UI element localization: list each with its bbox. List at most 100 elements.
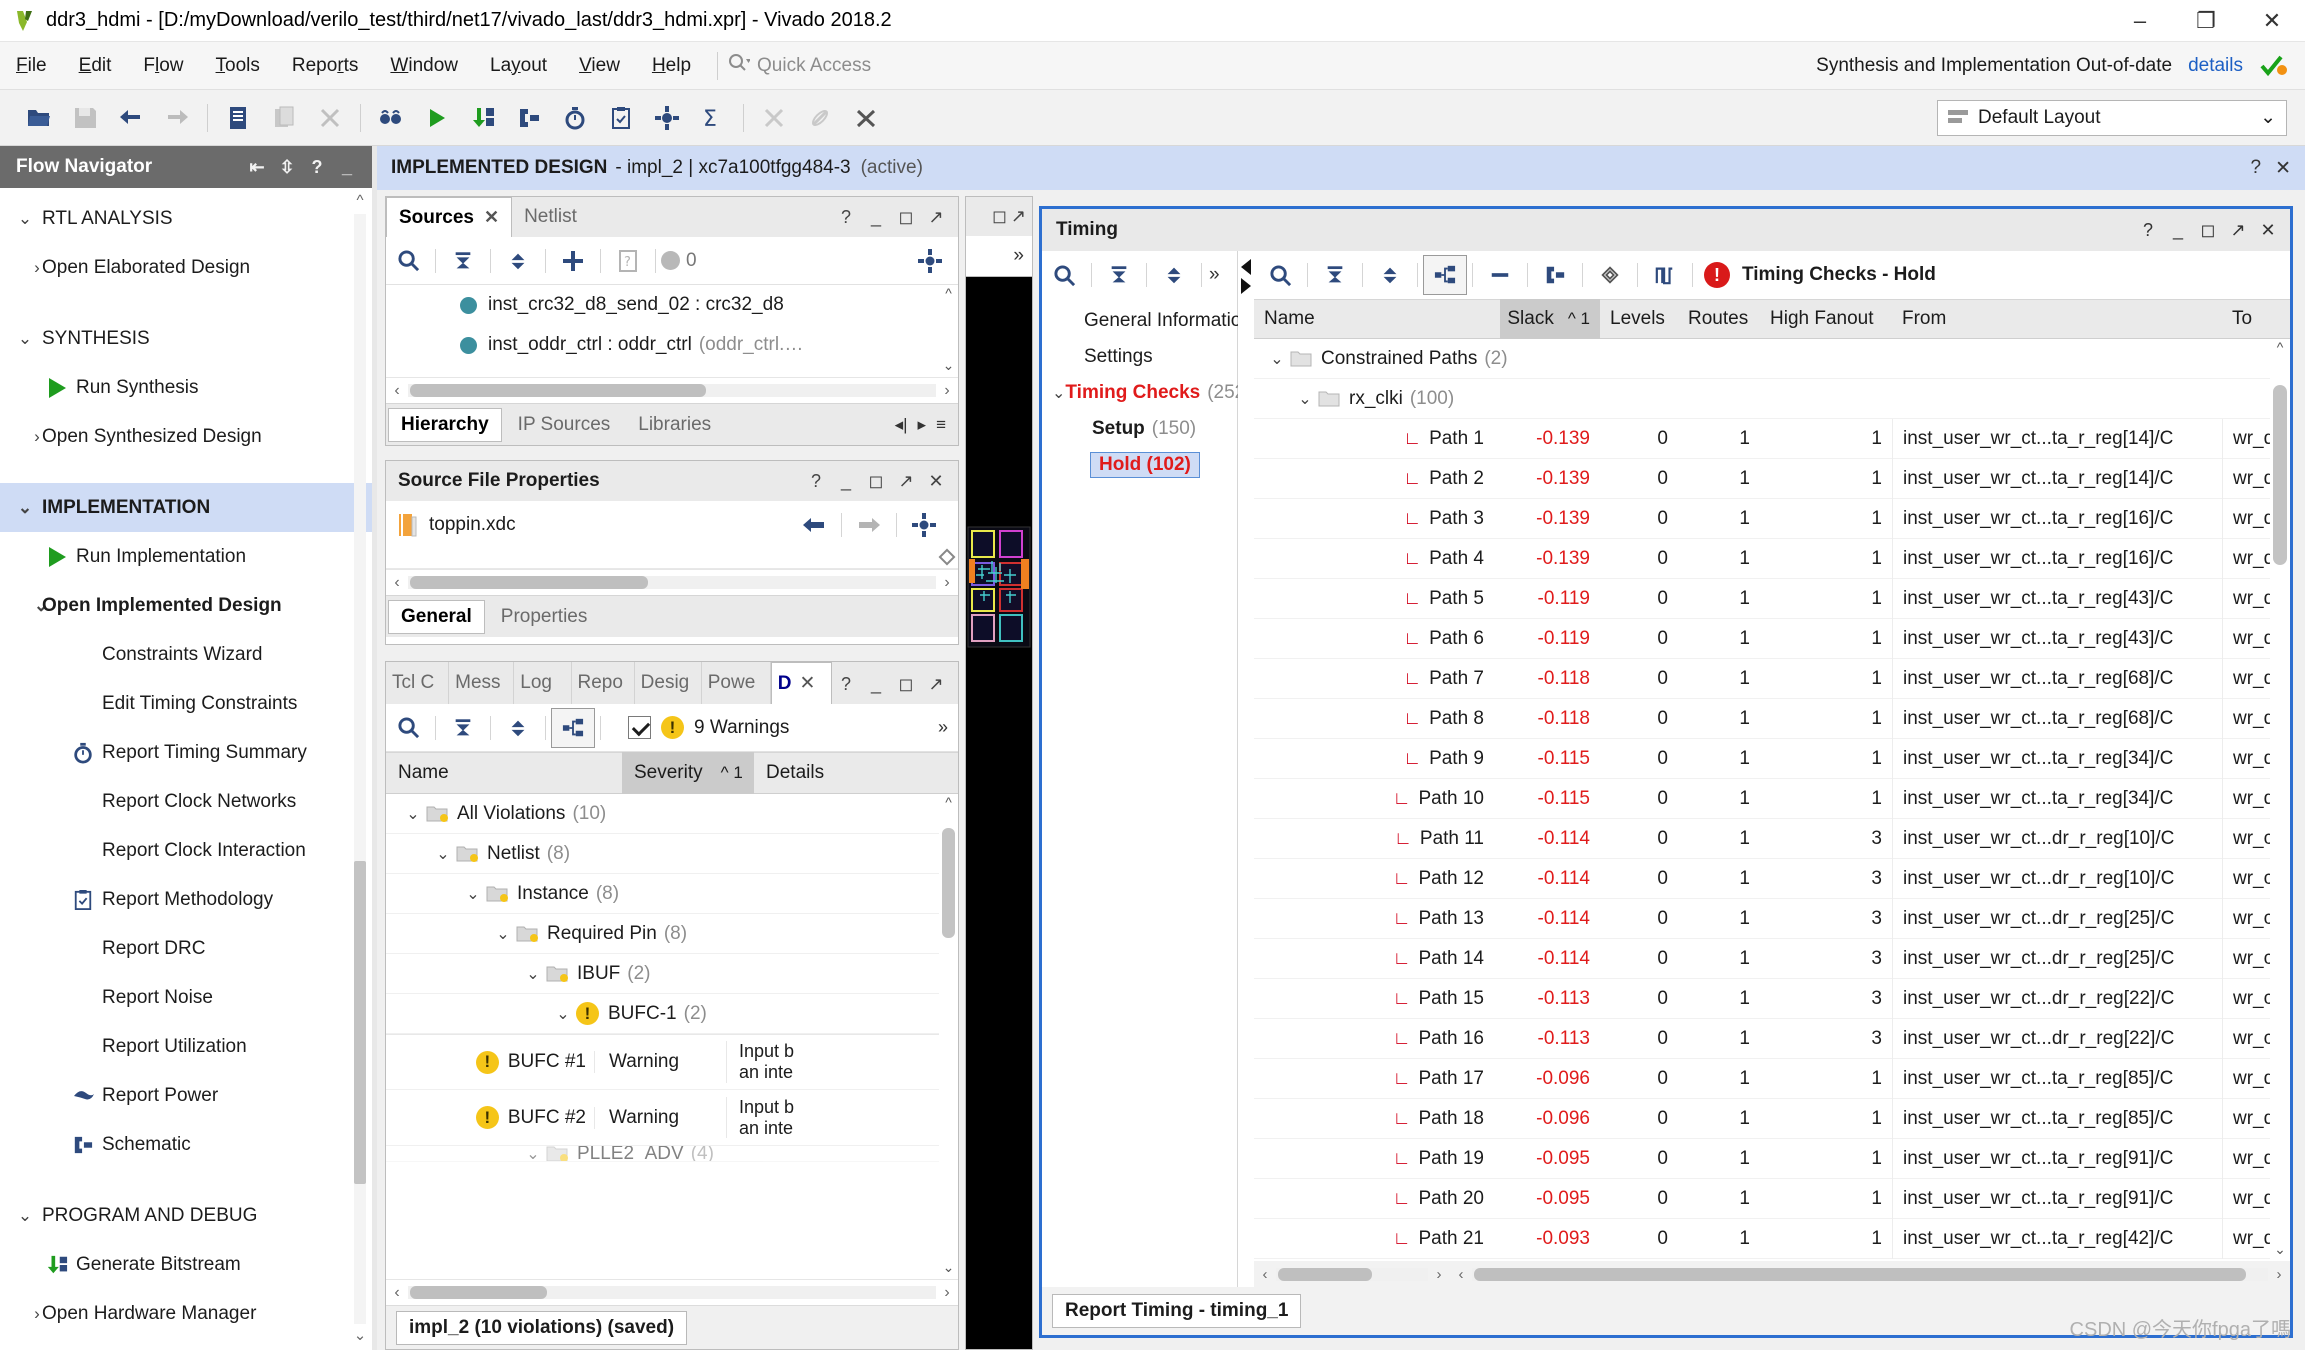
- chevron-down-icon[interactable]: ⌄: [430, 844, 456, 864]
- schematic-icon[interactable]: [1533, 255, 1577, 295]
- list-item[interactable]: inst_crc32_d8_send_02 : crc32_d8: [386, 285, 958, 325]
- table-row[interactable]: ∟ Path 16 -0.113 0 1 3 inst_user_wr_ct...dr_r_…: [1254, 1018, 2290, 1059]
- collapse-all-icon[interactable]: ⇤: [242, 157, 272, 178]
- sidebar-item-report-noise[interactable]: Report Noise: [0, 973, 372, 1022]
- help-icon[interactable]: ?: [302, 157, 332, 178]
- tab-menu-icon[interactable]: ≡: [936, 415, 946, 435]
- table-row[interactable]: ∟ Path 18 -0.096 0 1 1 inst_user_wr_ct...ta_r_…: [1254, 1098, 2290, 1139]
- expand-all-icon[interactable]: [496, 241, 540, 281]
- scroll-left-arrow-icon[interactable]: ‹: [1450, 1266, 1472, 1283]
- sidebar-item-report-power[interactable]: Report Power: [0, 1071, 372, 1120]
- scroll-left-arrow-icon[interactable]: ‹: [386, 574, 408, 592]
- scroll-down-arrow-icon[interactable]: ⌄: [939, 357, 958, 377]
- tab-power[interactable]: Powe: [702, 662, 771, 704]
- warnings-checkbox[interactable]: [628, 716, 651, 739]
- resize-handle-icon[interactable]: [938, 548, 956, 566]
- expand-all-icon[interactable]: [1152, 255, 1196, 295]
- expand-right-arrow-icon[interactable]: [1241, 278, 1251, 294]
- sidebar-item-report-drc[interactable]: Report DRC: [0, 924, 372, 973]
- timing-table-hscrollbar[interactable]: ‹ ›: [1450, 1261, 2290, 1287]
- tab-ip-sources[interactable]: IP Sources: [506, 408, 623, 442]
- drc-hscrollbar[interactable]: ‹ ›: [386, 1279, 958, 1305]
- sources-vscrollbar[interactable]: ^ ⌄: [939, 285, 958, 377]
- column-header-name[interactable]: Name: [1254, 299, 1500, 339]
- sources-hscrollbar[interactable]: ‹ ›: [386, 377, 958, 403]
- table-row[interactable]: ! BUFC #2 Warning Input b an inte: [386, 1090, 958, 1146]
- timing-nav-hold[interactable]: Hold (102): [1042, 447, 1237, 483]
- chevron-down-icon[interactable]: ⌄: [520, 964, 546, 984]
- expand-all-icon[interactable]: [496, 708, 540, 748]
- sidebar-item-report-timing-summary[interactable]: Report Timing Summary: [0, 728, 372, 777]
- drc-vscrollbar[interactable]: ^ ⌄: [939, 794, 958, 1279]
- details-link[interactable]: details: [2188, 55, 2243, 77]
- table-row[interactable]: ∟ Path 14 -0.114 0 1 3 inst_user_wr_ct...dr_r_…: [1254, 938, 2290, 979]
- list-item[interactable]: inst_oddr_ctrl : oddr_ctrl (oddr_ctrl.…: [386, 325, 958, 365]
- scroll-right-arrow-icon[interactable]: ›: [936, 1284, 958, 1302]
- sidebar-section-program-and-debug[interactable]: ⌄ PROGRAM AND DEBUG: [0, 1191, 372, 1240]
- timing-table-body[interactable]: ⌄ Constrained Paths (2) ⌄ rx_clki (100) …: [1254, 339, 2290, 1261]
- search-icon[interactable]: [1258, 255, 1302, 295]
- scroll-right-arrow-icon[interactable]: ›: [936, 382, 958, 400]
- tab-drc[interactable]: D ✕: [770, 662, 832, 704]
- waveform-icon[interactable]: [1643, 255, 1687, 295]
- scroll-track[interactable]: [1276, 1267, 1428, 1281]
- search-replace-icon[interactable]: [368, 96, 414, 140]
- table-row[interactable]: ⌄ Netlist (8): [386, 834, 958, 874]
- sidebar-item-constraints-wizard[interactable]: Constraints Wizard: [0, 630, 372, 679]
- table-row[interactable]: ∟ Path 4 -0.139 0 1 1 inst_user_wr_ct...ta_r_r…: [1254, 538, 2290, 579]
- sidebar-item-run-implementation[interactable]: Run Implementation: [0, 532, 372, 581]
- table-row-group[interactable]: ⌄ Constrained Paths (2): [1254, 339, 2290, 379]
- status-badge[interactable]: impl_2 (10 violations) (saved): [396, 1310, 688, 1345]
- bitstream-icon[interactable]: [460, 96, 506, 140]
- schematic-icon[interactable]: [506, 96, 552, 140]
- float-icon[interactable]: ↗: [892, 471, 920, 492]
- expand-all-icon[interactable]: [1368, 255, 1412, 295]
- table-row[interactable]: ∟ Path 17 -0.096 0 1 1 inst_user_wr_ct...ta_r_…: [1254, 1058, 2290, 1099]
- sidebar-section-implementation[interactable]: ⌄ IMPLEMENTATION: [0, 483, 372, 532]
- scroll-right-arrow-icon[interactable]: ›: [936, 574, 958, 592]
- scroll-up-arrow-icon[interactable]: ^: [2270, 339, 2290, 359]
- maximize-icon[interactable]: ◻: [892, 207, 920, 228]
- tab-netlist[interactable]: Netlist: [512, 197, 589, 237]
- timing-nav-settings[interactable]: Settings: [1042, 339, 1237, 375]
- drc-tree[interactable]: ⌄ All Violations (10) ⌄ Netlist (8) ⌄ In…: [386, 794, 958, 1279]
- column-header-name[interactable]: Name: [386, 752, 622, 794]
- float-icon[interactable]: ↗: [922, 207, 950, 228]
- close-icon[interactable]: ✕: [2254, 220, 2282, 241]
- menu-window[interactable]: Window: [374, 42, 474, 90]
- scroll-thumb[interactable]: [354, 861, 366, 1185]
- more-options-icon[interactable]: »: [938, 717, 958, 738]
- table-row[interactable]: ! BUFC #1 Warning Input b an inte: [386, 1034, 958, 1090]
- menu-tools[interactable]: Tools: [200, 42, 276, 90]
- sidebar-item-open-hardware-manager[interactable]: › Open Hardware Manager: [0, 1289, 372, 1338]
- timing-table-vscrollbar[interactable]: ^ ⌄: [2270, 339, 2290, 1261]
- sidebar-item-open-synthesized-design[interactable]: › Open Synthesized Design: [0, 412, 372, 461]
- maximize-icon[interactable]: ◻: [992, 206, 1007, 227]
- tab-messages[interactable]: Mess: [449, 662, 515, 704]
- chevron-down-icon[interactable]: ⌄: [1292, 389, 1318, 409]
- table-row[interactable]: ∟ Path 15 -0.113 0 1 3 inst_user_wr_ct...dr_r_…: [1254, 978, 2290, 1019]
- scroll-up-arrow-icon[interactable]: ^: [352, 192, 368, 212]
- menu-flow[interactable]: Flow: [127, 42, 199, 90]
- table-row[interactable]: ∟ Path 20 -0.095 0 1 1 inst_user_wr_ct...ta_r_…: [1254, 1178, 2290, 1219]
- scroll-thumb[interactable]: [942, 828, 955, 938]
- close-icon[interactable]: ✕: [922, 471, 950, 492]
- table-row[interactable]: ⌄ ! BUFC-1 (2): [386, 994, 958, 1034]
- help-icon[interactable]: ?: [2134, 220, 2162, 241]
- tab-next-icon[interactable]: ▸: [918, 415, 927, 435]
- sources-tree[interactable]: inst_crc32_d8_send_02 : crc32_d8 inst_od…: [386, 285, 958, 377]
- collapse-all-icon[interactable]: [1097, 255, 1141, 295]
- maximize-icon[interactable]: ◻: [2194, 220, 2222, 241]
- chevron-down-icon[interactable]: ⌄: [400, 804, 426, 824]
- search-icon[interactable]: [386, 708, 430, 748]
- menu-layout[interactable]: Layout: [474, 42, 563, 90]
- forward-arrow-icon[interactable]: [847, 505, 891, 545]
- chevron-down-icon[interactable]: ⌄: [490, 924, 516, 944]
- power-plug-icon[interactable]: [843, 96, 889, 140]
- scroll-left-arrow-icon[interactable]: ‹: [386, 1284, 408, 1302]
- tab-hierarchy[interactable]: Hierarchy: [388, 407, 502, 442]
- quick-access-box[interactable]: Quick Access: [728, 53, 938, 79]
- menu-reports[interactable]: Reports: [276, 42, 375, 90]
- timing-nav-general-information[interactable]: General Information: [1042, 303, 1252, 339]
- run-icon[interactable]: [414, 96, 460, 140]
